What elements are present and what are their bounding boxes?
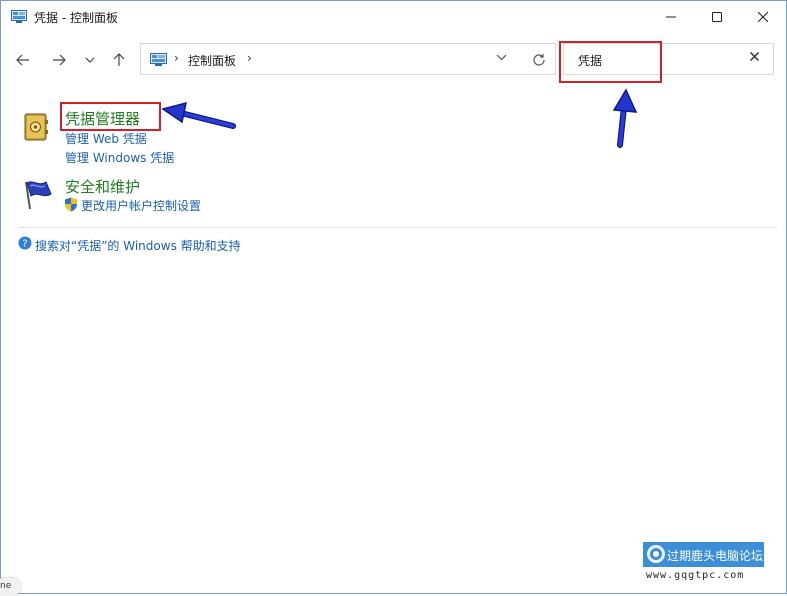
breadcrumb-control-panel[interactable]: 控制面板	[188, 52, 236, 69]
help-search-link[interactable]: 搜索对“凭据”的 Windows 帮助和支持	[35, 237, 241, 254]
link-manage-web-credentials[interactable]: 管理 Web 凭据	[65, 130, 147, 147]
control-panel-icon	[11, 10, 27, 23]
annotation-arrow-left	[161, 101, 236, 129]
close-icon[interactable]	[750, 52, 759, 61]
uac-shield-icon	[65, 197, 77, 212]
corner-tab-label: ne	[0, 581, 12, 591]
forum-logo-icon	[647, 545, 665, 563]
title-bar[interactable]: 凭据 - 控制面板	[1, 1, 786, 33]
arrow-left-icon	[16, 54, 29, 66]
credential-vault-icon[interactable]	[23, 112, 49, 142]
up-button[interactable]	[109, 50, 129, 70]
chevron-down-icon[interactable]	[496, 54, 507, 61]
security-flag-icon[interactable]	[20, 178, 56, 210]
chevron-down-icon	[85, 57, 95, 63]
maximize-icon	[712, 12, 722, 22]
window-title: 凭据 - 控制面板	[34, 11, 118, 25]
watermark-url: www.gqgtpc.com	[646, 570, 745, 581]
maximize-button[interactable]	[694, 1, 740, 33]
back-button[interactable]	[13, 50, 33, 70]
link-change-uac-settings[interactable]: 更改用户帐户控制设置	[81, 197, 201, 214]
minimize-button[interactable]	[648, 1, 694, 33]
control-panel-icon	[150, 53, 167, 66]
arrow-up-icon	[113, 53, 125, 66]
arrow-right-icon	[53, 54, 66, 66]
forward-button[interactable]	[49, 50, 69, 70]
address-bar[interactable]: › 控制面板 ›	[140, 43, 556, 75]
minimize-icon	[666, 16, 676, 18]
result-title-security-maintenance[interactable]: 安全和维护	[65, 176, 140, 197]
divider	[18, 227, 777, 228]
refresh-icon[interactable]	[532, 53, 546, 67]
annotation-arrow-up	[612, 88, 638, 148]
recent-locations-button[interactable]	[80, 50, 100, 70]
close-icon	[758, 12, 768, 22]
control-panel-window: 凭据 - 控制面板 › 控制面板 › 凭据 凭据管理器 管理 Web 凭据 管理…	[0, 0, 787, 594]
help-icon[interactable]: ?	[18, 236, 32, 250]
breadcrumb-separator[interactable]: ›	[174, 51, 179, 65]
link-manage-windows-credentials[interactable]: 管理 Windows 凭据	[65, 149, 174, 166]
breadcrumb-separator[interactable]: ›	[247, 51, 252, 65]
watermark-banner: 过期鹿头电脑论坛	[643, 542, 764, 567]
watermark-text: 过期鹿头电脑论坛	[667, 549, 764, 563]
search-highlight-box	[559, 41, 662, 83]
navigation-bar: › 控制面板 › 凭据	[1, 33, 786, 87]
svg-text:?: ?	[22, 239, 27, 250]
corner-tab: ne	[0, 578, 21, 596]
title-highlight-box	[60, 102, 161, 131]
close-button[interactable]	[740, 1, 786, 33]
